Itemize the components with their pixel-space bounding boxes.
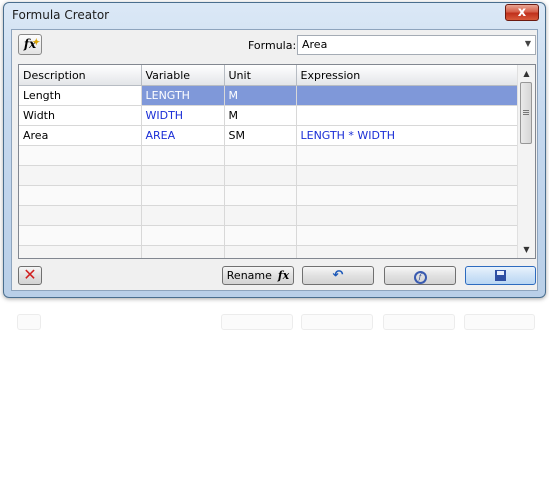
formula-dropdown[interactable]: Area ▼	[297, 35, 536, 55]
close-button[interactable]: x	[505, 4, 539, 21]
scroll-up-icon[interactable]: ▲	[518, 65, 535, 82]
empty-row[interactable]	[19, 225, 520, 246]
cell-description[interactable]: Length	[19, 85, 142, 106]
floppy-disk-icon	[495, 270, 506, 281]
delete-button[interactable]: ✕	[18, 266, 42, 285]
evaluate-formula-button[interactable]: f	[384, 266, 456, 285]
empty-row[interactable]	[19, 145, 520, 166]
cell-expression[interactable]	[296, 85, 520, 106]
cell-unit[interactable]: SM	[224, 125, 297, 146]
rename-button[interactable]: Rename fx	[222, 266, 294, 285]
window-title: Formula Creator	[12, 8, 110, 22]
undo-button[interactable]: ↶	[302, 266, 374, 285]
column-header-variable[interactable]: Variable	[141, 65, 225, 86]
variables-table: Description Variable Unit Expression Len…	[19, 65, 520, 258]
scrollbar-thumb[interactable]	[520, 82, 532, 144]
table-row[interactable]: Length LENGTH M	[19, 85, 520, 106]
undo-icon: ↶	[332, 268, 344, 283]
scroll-down-icon[interactable]: ▼	[518, 241, 535, 258]
cell-variable[interactable]: WIDTH	[141, 105, 225, 126]
rename-label: Rename	[226, 269, 272, 282]
empty-row[interactable]	[19, 245, 520, 258]
table-row[interactable]: Width WIDTH M	[19, 105, 520, 126]
column-header-unit[interactable]: Unit	[224, 65, 297, 86]
table-row[interactable]: Area AREA SM LENGTH * WIDTH	[19, 125, 520, 146]
cell-variable[interactable]: LENGTH	[141, 85, 225, 106]
cell-expression[interactable]: LENGTH * WIDTH	[296, 125, 520, 146]
empty-row[interactable]	[19, 165, 520, 186]
vertical-scrollbar[interactable]: ▲ ▼	[517, 65, 535, 258]
window-reflection	[3, 300, 546, 350]
insert-function-button[interactable]: fx ✦	[18, 34, 42, 55]
formula-dropdown-value: Area	[302, 38, 328, 51]
formula-label: Formula:	[248, 39, 297, 52]
variables-grid: Description Variable Unit Expression Len…	[18, 64, 536, 259]
sparkle-icon: ✦	[32, 38, 40, 48]
dialog-body: fx ✦ Formula: Area ▼ Description Variabl…	[11, 29, 538, 291]
save-button[interactable]	[465, 266, 536, 285]
cell-description[interactable]: Area	[19, 125, 142, 146]
title-bar[interactable]: Formula Creator x	[4, 3, 545, 27]
function-icon: fx	[277, 269, 290, 282]
zoom-function-icon: f	[413, 271, 427, 284]
formula-creator-window: Formula Creator x fx ✦ Formula: Area ▼ D…	[3, 2, 546, 298]
cell-unit[interactable]: M	[224, 105, 297, 126]
cell-variable[interactable]: AREA	[141, 125, 225, 146]
grid-header-row: Description Variable Unit Expression	[19, 65, 520, 86]
empty-row[interactable]	[19, 185, 520, 206]
cell-expression[interactable]	[296, 105, 520, 126]
chevron-down-icon: ▼	[524, 39, 531, 48]
column-header-expression[interactable]: Expression	[296, 65, 520, 86]
delete-x-icon: ✕	[23, 265, 37, 284]
cell-description[interactable]: Width	[19, 105, 142, 126]
empty-row[interactable]	[19, 205, 520, 226]
column-header-description[interactable]: Description	[19, 65, 142, 86]
cell-unit[interactable]: M	[224, 85, 297, 106]
